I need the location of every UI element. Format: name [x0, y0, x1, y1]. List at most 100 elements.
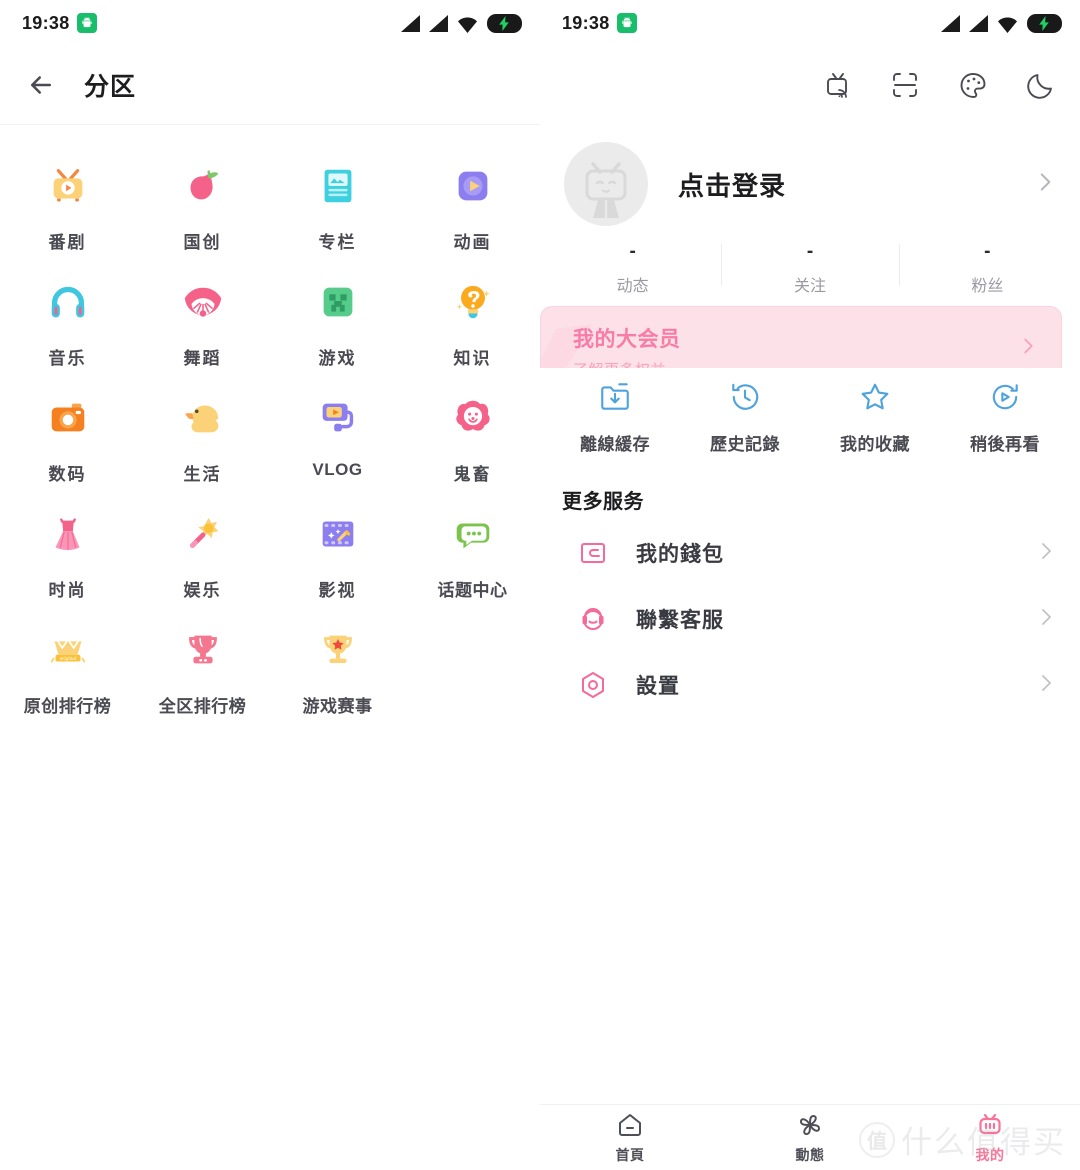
category-item-knowledge[interactable]: 知识 — [405, 269, 540, 385]
wallet-icon — [576, 536, 610, 570]
chevron-right-icon — [1034, 605, 1058, 634]
star-wand-entertainment-icon — [178, 509, 228, 559]
stat-followers[interactable]: - 粉丝 — [898, 241, 1076, 296]
page-title: 分区 — [84, 73, 137, 101]
category-item-animation[interactable]: 动画 — [405, 153, 540, 269]
stat-label: 关注 — [793, 278, 826, 295]
headphones-music-icon — [43, 277, 93, 327]
quick-action-label: 稍後再看 — [970, 435, 1040, 454]
service-item-wallet[interactable]: 我的錢包 — [540, 520, 1080, 586]
star-favorite-icon — [856, 378, 894, 416]
battery-charging-icon — [487, 13, 522, 33]
login-prompt-text: 点击登录 — [678, 170, 787, 201]
vip-banner-wrap: 我的大会员 了解更多权益 — [540, 306, 1080, 394]
category-item-overall-rank[interactable]: 全区排行榜 — [135, 617, 270, 733]
dual-panel-screenshot: 19:38 分区 番剧 国创 专栏 动画 音乐 舞蹈 游戏 知识 数码 生活 V… — [0, 0, 1080, 1170]
category-label: 音乐 — [48, 349, 87, 368]
category-label: 话题中心 — [437, 581, 508, 600]
profile-login-row[interactable]: 点击登录 — [540, 124, 1080, 232]
night-mode-moon-icon[interactable] — [1024, 68, 1058, 102]
headset-support-icon — [576, 602, 610, 636]
category-item-digital[interactable]: 数码 — [0, 385, 135, 501]
category-item-guochuang[interactable]: 国创 — [135, 153, 270, 269]
svg-text:original: original — [59, 656, 76, 662]
category-label: 时尚 — [48, 581, 87, 600]
default-avatar-tv-icon — [564, 142, 648, 226]
service-item-settings[interactable]: 設置 — [540, 652, 1080, 718]
home-icon — [615, 1110, 645, 1140]
download-folder-icon — [596, 378, 634, 416]
right-header-actions — [540, 46, 1080, 124]
category-item-vlog[interactable]: VLOG — [270, 385, 405, 501]
category-item-life[interactable]: 生活 — [135, 385, 270, 501]
quick-action-watch-later[interactable]: 稍後再看 — [940, 378, 1070, 455]
nav-item-home[interactable]: 首頁 — [540, 1110, 720, 1165]
original-crown-rank-icon: original — [43, 625, 93, 675]
wifi-icon — [457, 14, 478, 33]
service-label: 設置 — [636, 675, 680, 698]
signal-bars-icon — [941, 14, 960, 32]
category-label: 动画 — [453, 233, 492, 252]
service-label: 聯繫客服 — [636, 609, 724, 632]
category-item-dance[interactable]: 舞蹈 — [135, 269, 270, 385]
nav-item-dynamic[interactable]: 動態 — [720, 1110, 900, 1165]
android-icon — [76, 13, 97, 33]
tv-profile-icon — [975, 1110, 1005, 1140]
stat-dynamic[interactable]: - 动态 — [544, 242, 721, 296]
creeper-game-icon — [313, 277, 363, 327]
left-header: 分区 — [0, 46, 540, 124]
category-item-music[interactable]: 音乐 — [0, 269, 135, 385]
category-item-original-rank[interactable]: original 原创排行榜 — [0, 617, 135, 733]
trophy-star-esports-icon — [313, 625, 363, 675]
theme-palette-icon[interactable] — [956, 68, 990, 102]
quick-action-history[interactable]: 歷史記錄 — [680, 378, 810, 455]
scan-qr-icon[interactable] — [888, 68, 922, 102]
bottom-navigation: 首頁 動態 我的 — [540, 1104, 1080, 1170]
tv-cast-icon[interactable] — [820, 68, 854, 102]
chevron-right-icon — [1032, 169, 1058, 200]
category-label: 国创 — [183, 233, 222, 252]
quick-action-favorites[interactable]: 我的收藏 — [810, 378, 940, 455]
stat-following[interactable]: - 关注 — [721, 242, 898, 296]
camera-digital-icon — [43, 393, 93, 443]
service-item-support[interactable]: 聯繫客服 — [540, 586, 1080, 652]
film-cinema-icon — [313, 509, 363, 559]
peach-guochuang-icon — [178, 161, 228, 211]
back-arrow-icon[interactable] — [26, 70, 56, 100]
quick-action-offline-cache[interactable]: 離線緩存 — [550, 378, 680, 455]
status-bar-time: 19:38 — [22, 12, 70, 33]
category-item-kichiku[interactable]: 鬼畜 — [405, 385, 540, 501]
stat-value: - — [806, 241, 814, 262]
category-label: 游戏 — [318, 349, 357, 368]
category-item-column[interactable]: 专栏 — [270, 153, 405, 269]
category-item-entertainment[interactable]: 娱乐 — [135, 501, 270, 617]
category-item-topic-center[interactable]: 话题中心 — [405, 501, 540, 617]
profile-stats: - 动态 - 关注 - 粉丝 — [540, 232, 1080, 306]
category-label: 数码 — [48, 465, 87, 484]
nav-item-profile[interactable]: 我的 — [900, 1110, 1080, 1165]
stat-value: - — [984, 241, 991, 262]
signal-bars-icon-2 — [969, 14, 988, 32]
chevron-right-icon — [1034, 539, 1058, 568]
watch-later-icon — [986, 378, 1024, 416]
nav-label: 動態 — [795, 1147, 825, 1163]
camera-rig-vlog-icon — [313, 393, 363, 443]
category-item-cinema[interactable]: 影视 — [270, 501, 405, 617]
category-item-fashion[interactable]: 时尚 — [0, 501, 135, 617]
category-item-esports[interactable]: 游戏赛事 — [270, 617, 405, 733]
category-label: 专栏 — [318, 233, 357, 252]
category-label: 影视 — [318, 581, 357, 600]
category-label: 生活 — [183, 465, 222, 484]
article-column-icon — [313, 161, 363, 211]
pinwheel-icon — [795, 1110, 825, 1140]
service-label: 我的錢包 — [636, 543, 724, 566]
chevron-right-icon — [1017, 335, 1039, 362]
status-bar-time: 19:38 — [562, 12, 610, 33]
right-panel-profile: 19:38 点击登录 - 动态 - 关注 - 粉丝 我的大会员 離線緩存 歷史記… — [540, 0, 1080, 1170]
category-item-game[interactable]: 游戏 — [270, 269, 405, 385]
quick-action-label: 歷史記錄 — [710, 435, 780, 454]
category-label: 番剧 — [48, 233, 87, 252]
trophy-pink-rank-icon — [178, 625, 228, 675]
category-label: 知识 — [453, 349, 492, 368]
category-item-bangumi[interactable]: 番剧 — [0, 153, 135, 269]
